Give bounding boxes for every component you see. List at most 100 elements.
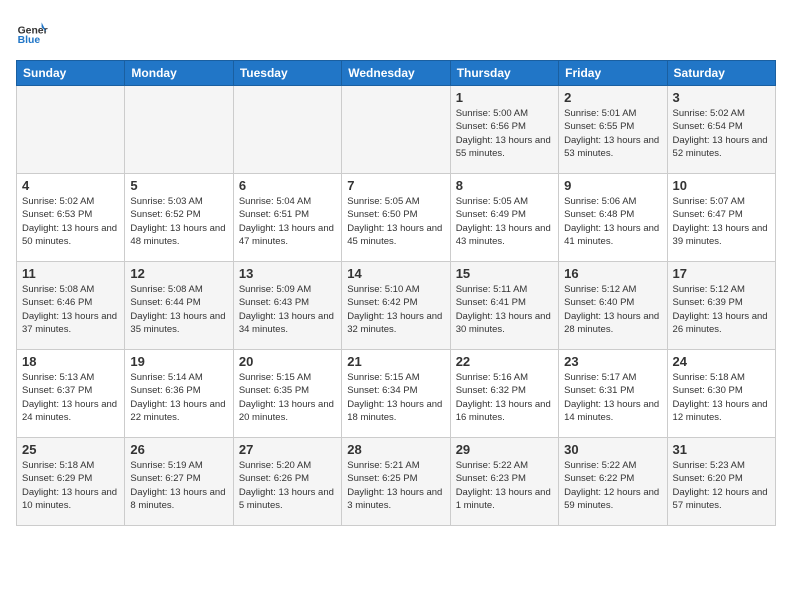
day-number: 8 — [456, 178, 553, 193]
calendar-cell: 28 Sunrise: 5:21 AM Sunset: 6:25 PM Dayli… — [342, 438, 450, 526]
calendar-cell: 2 Sunrise: 5:01 AM Sunset: 6:55 PM Daylig… — [559, 86, 667, 174]
day-content: Sunrise: 5:02 AM Sunset: 6:54 PM Dayligh… — [673, 107, 770, 160]
day-content: Sunrise: 5:17 AM Sunset: 6:31 PM Dayligh… — [564, 371, 661, 424]
calendar-cell: 10Sunrise: 5:07 AM Sunset: 6:47 PM Dayli… — [667, 174, 775, 262]
calendar-cell: 13 Sunrise: 5:09 AM Sunset: 6:43 PM Dayli… — [233, 262, 341, 350]
logo: General Blue — [16, 16, 52, 48]
calendar-cell: 17 Sunrise: 5:12 AM Sunset: 6:39 PM Dayli… — [667, 262, 775, 350]
calendar-cell: 27 Sunrise: 5:20 AM Sunset: 6:26 PM Dayli… — [233, 438, 341, 526]
day-content: Sunrise: 5:08 AM Sunset: 6:46 PM Dayligh… — [22, 283, 119, 336]
day-content: Sunrise: 5:02 AM Sunset: 6:53 PM Dayligh… — [22, 195, 119, 248]
day-number: 14 — [347, 266, 444, 281]
calendar-cell: 16 Sunrise: 5:12 AM Sunset: 6:40 PM Dayli… — [559, 262, 667, 350]
day-content: Sunrise: 5:12 AM Sunset: 6:39 PM Dayligh… — [673, 283, 770, 336]
calendar-body: 1 Sunrise: 5:00 AM Sunset: 6:56 PM Daylig… — [17, 86, 776, 526]
day-content: Sunrise: 5:22 AM Sunset: 6:23 PM Dayligh… — [456, 459, 553, 512]
calendar-cell: 9Sunrise: 5:06 AM Sunset: 6:48 PM Daylig… — [559, 174, 667, 262]
logo-icon: General Blue — [16, 16, 48, 48]
day-number: 4 — [22, 178, 119, 193]
calendar-cell — [17, 86, 125, 174]
calendar-week-row: 1 Sunrise: 5:00 AM Sunset: 6:56 PM Daylig… — [17, 86, 776, 174]
calendar-cell — [342, 86, 450, 174]
day-number: 31 — [673, 442, 770, 457]
day-content: Sunrise: 5:14 AM Sunset: 6:36 PM Dayligh… — [130, 371, 227, 424]
day-number: 27 — [239, 442, 336, 457]
calendar-cell: 20 Sunrise: 5:15 AM Sunset: 6:35 PM Dayli… — [233, 350, 341, 438]
calendar-cell: 30Sunrise: 5:22 AM Sunset: 6:22 PM Dayli… — [559, 438, 667, 526]
day-number: 9 — [564, 178, 661, 193]
day-content: Sunrise: 5:12 AM Sunset: 6:40 PM Dayligh… — [564, 283, 661, 336]
day-content: Sunrise: 5:23 AM Sunset: 6:20 PM Dayligh… — [673, 459, 770, 512]
calendar-cell — [233, 86, 341, 174]
day-content: Sunrise: 5:15 AM Sunset: 6:34 PM Dayligh… — [347, 371, 444, 424]
day-content: Sunrise: 5:10 AM Sunset: 6:42 PM Dayligh… — [347, 283, 444, 336]
day-number: 2 — [564, 90, 661, 105]
day-content: Sunrise: 5:05 AM Sunset: 6:49 PM Dayligh… — [456, 195, 553, 248]
calendar-cell — [125, 86, 233, 174]
calendar-cell: 23 Sunrise: 5:17 AM Sunset: 6:31 PM Dayli… — [559, 350, 667, 438]
day-number: 5 — [130, 178, 227, 193]
calendar-cell: 8 Sunrise: 5:05 AM Sunset: 6:49 PM Daylig… — [450, 174, 558, 262]
weekday-header-cell: Thursday — [450, 61, 558, 86]
day-content: Sunrise: 5:21 AM Sunset: 6:25 PM Dayligh… — [347, 459, 444, 512]
day-content: Sunrise: 5:00 AM Sunset: 6:56 PM Dayligh… — [456, 107, 553, 160]
day-content: Sunrise: 5:18 AM Sunset: 6:30 PM Dayligh… — [673, 371, 770, 424]
day-content: Sunrise: 5:13 AM Sunset: 6:37 PM Dayligh… — [22, 371, 119, 424]
calendar-cell: 7 Sunrise: 5:05 AM Sunset: 6:50 PM Daylig… — [342, 174, 450, 262]
day-number: 16 — [564, 266, 661, 281]
day-number: 7 — [347, 178, 444, 193]
calendar-cell: 25Sunrise: 5:18 AM Sunset: 6:29 PM Dayli… — [17, 438, 125, 526]
calendar-week-row: 11 Sunrise: 5:08 AM Sunset: 6:46 PM Dayli… — [17, 262, 776, 350]
day-number: 29 — [456, 442, 553, 457]
calendar-cell: 1 Sunrise: 5:00 AM Sunset: 6:56 PM Daylig… — [450, 86, 558, 174]
calendar-cell: 19 Sunrise: 5:14 AM Sunset: 6:36 PM Dayli… — [125, 350, 233, 438]
weekday-header-cell: Monday — [125, 61, 233, 86]
day-content: Sunrise: 5:01 AM Sunset: 6:55 PM Dayligh… — [564, 107, 661, 160]
day-content: Sunrise: 5:22 AM Sunset: 6:22 PM Dayligh… — [564, 459, 661, 512]
day-content: Sunrise: 5:08 AM Sunset: 6:44 PM Dayligh… — [130, 283, 227, 336]
calendar-cell: 12 Sunrise: 5:08 AM Sunset: 6:44 PM Dayli… — [125, 262, 233, 350]
day-content: Sunrise: 5:15 AM Sunset: 6:35 PM Dayligh… — [239, 371, 336, 424]
day-number: 15 — [456, 266, 553, 281]
day-number: 1 — [456, 90, 553, 105]
page-header: General Blue — [16, 16, 776, 48]
calendar-cell: 6Sunrise: 5:04 AM Sunset: 6:51 PM Daylig… — [233, 174, 341, 262]
day-number: 23 — [564, 354, 661, 369]
day-number: 10 — [673, 178, 770, 193]
weekday-header-cell: Friday — [559, 61, 667, 86]
day-number: 3 — [673, 90, 770, 105]
day-number: 26 — [130, 442, 227, 457]
weekday-header-cell: Sunday — [17, 61, 125, 86]
day-content: Sunrise: 5:05 AM Sunset: 6:50 PM Dayligh… — [347, 195, 444, 248]
weekday-header-row: SundayMondayTuesdayWednesdayThursdayFrid… — [17, 61, 776, 86]
calendar-week-row: 18 Sunrise: 5:13 AM Sunset: 6:37 PM Dayli… — [17, 350, 776, 438]
day-number: 18 — [22, 354, 119, 369]
calendar-cell: 5 Sunrise: 5:03 AM Sunset: 6:52 PM Daylig… — [125, 174, 233, 262]
day-content: Sunrise: 5:20 AM Sunset: 6:26 PM Dayligh… — [239, 459, 336, 512]
calendar-cell: 3 Sunrise: 5:02 AM Sunset: 6:54 PM Daylig… — [667, 86, 775, 174]
calendar-cell: 18 Sunrise: 5:13 AM Sunset: 6:37 PM Dayli… — [17, 350, 125, 438]
day-number: 20 — [239, 354, 336, 369]
weekday-header-cell: Tuesday — [233, 61, 341, 86]
day-content: Sunrise: 5:03 AM Sunset: 6:52 PM Dayligh… — [130, 195, 227, 248]
day-number: 28 — [347, 442, 444, 457]
day-content: Sunrise: 5:16 AM Sunset: 6:32 PM Dayligh… — [456, 371, 553, 424]
calendar-week-row: 25Sunrise: 5:18 AM Sunset: 6:29 PM Dayli… — [17, 438, 776, 526]
day-number: 17 — [673, 266, 770, 281]
day-number: 11 — [22, 266, 119, 281]
day-number: 25 — [22, 442, 119, 457]
calendar-table: SundayMondayTuesdayWednesdayThursdayFrid… — [16, 60, 776, 526]
day-number: 12 — [130, 266, 227, 281]
calendar-cell: 15 Sunrise: 5:11 AM Sunset: 6:41 PM Dayli… — [450, 262, 558, 350]
svg-text:Blue: Blue — [18, 35, 41, 46]
day-content: Sunrise: 5:11 AM Sunset: 6:41 PM Dayligh… — [456, 283, 553, 336]
day-number: 19 — [130, 354, 227, 369]
calendar-cell: 22Sunrise: 5:16 AM Sunset: 6:32 PM Dayli… — [450, 350, 558, 438]
day-content: Sunrise: 5:04 AM Sunset: 6:51 PM Dayligh… — [239, 195, 336, 248]
calendar-cell: 14 Sunrise: 5:10 AM Sunset: 6:42 PM Dayli… — [342, 262, 450, 350]
calendar-cell: 21Sunrise: 5:15 AM Sunset: 6:34 PM Dayli… — [342, 350, 450, 438]
day-content: Sunrise: 5:09 AM Sunset: 6:43 PM Dayligh… — [239, 283, 336, 336]
day-number: 13 — [239, 266, 336, 281]
calendar-cell: 31 Sunrise: 5:23 AM Sunset: 6:20 PM Dayli… — [667, 438, 775, 526]
calendar-cell: 24Sunrise: 5:18 AM Sunset: 6:30 PM Dayli… — [667, 350, 775, 438]
